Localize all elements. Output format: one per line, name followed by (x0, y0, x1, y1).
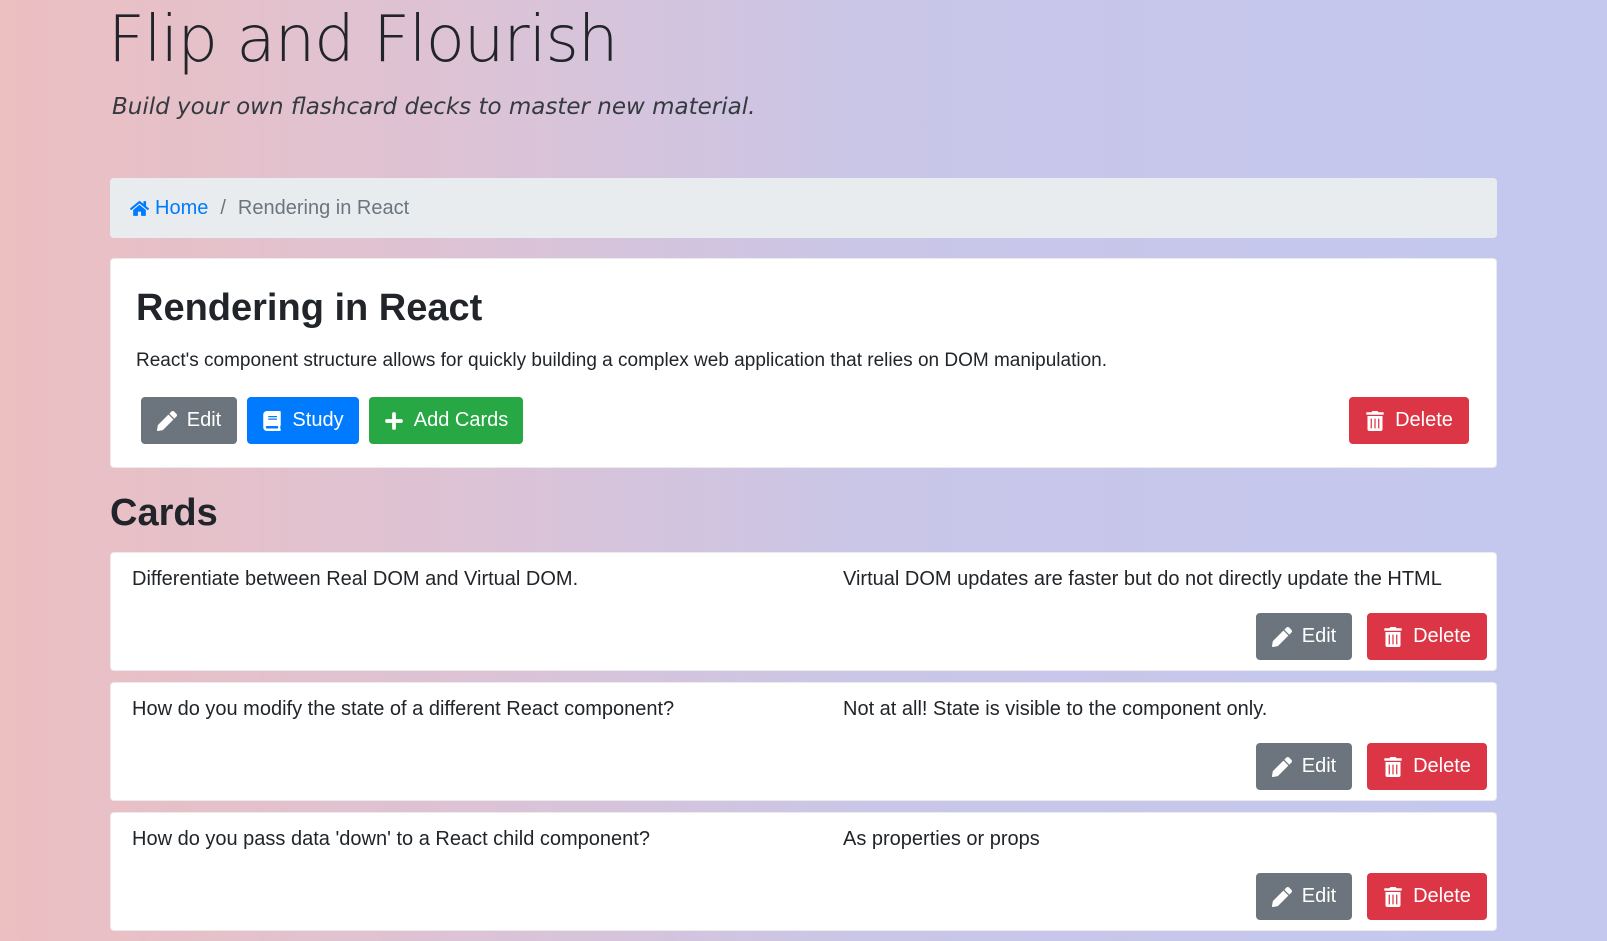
card-edit-label: Edit (1301, 885, 1337, 907)
card-back: Not at all! State is visible to the comp… (843, 698, 1268, 720)
card-back: As properties or props (843, 828, 1040, 850)
flash-card: How do you pass data 'down' to a React c… (110, 812, 1497, 931)
card-edit-label: Edit (1301, 625, 1337, 647)
breadcrumb-current: Rendering in React (237, 196, 410, 219)
add-cards-button[interactable]: Add Cards (369, 397, 523, 444)
card-delete-button[interactable]: Delete (1367, 873, 1487, 920)
card-front: How do you modify the state of a differe… (132, 698, 675, 720)
deck-study-label: Study (292, 409, 344, 431)
deck-delete-button[interactable]: Delete (1349, 397, 1469, 444)
deck-delete-label: Delete (1395, 409, 1453, 431)
trash-icon (1383, 887, 1403, 907)
card-delete-button[interactable]: Delete (1367, 743, 1487, 790)
site-title: Flip and Flourish (108, 3, 618, 77)
deck-study-button[interactable]: Study (247, 397, 359, 444)
deck-edit-label: Edit (186, 409, 222, 431)
site-subtitle: Build your own flashcard decks to master… (112, 94, 756, 120)
pencil-icon (1272, 627, 1292, 647)
deck-description: React's component structure allows for q… (136, 350, 1107, 371)
home-icon (130, 200, 149, 217)
card-delete-label: Delete (1413, 625, 1471, 647)
breadcrumb-separator: / (220, 196, 226, 219)
pencil-icon (157, 411, 177, 431)
deck-edit-button[interactable]: Edit (141, 397, 237, 444)
deck-card: Rendering in React React's component str… (110, 258, 1497, 468)
pencil-icon (1272, 887, 1292, 907)
breadcrumb-home-label: Home (155, 196, 209, 219)
flash-card: How do you modify the state of a differe… (110, 682, 1497, 801)
trash-icon (1383, 757, 1403, 777)
breadcrumb-home-link[interactable]: Home (130, 197, 208, 220)
card-front: Differentiate between Real DOM and Virtu… (132, 568, 579, 590)
card-edit-button[interactable]: Edit (1256, 743, 1352, 790)
card-edit-button[interactable]: Edit (1256, 613, 1352, 660)
pencil-icon (1272, 757, 1292, 777)
card-delete-label: Delete (1413, 755, 1471, 777)
card-front: How do you pass data 'down' to a React c… (132, 828, 650, 850)
trash-icon (1365, 411, 1385, 431)
breadcrumb: Home / Rendering in React (110, 178, 1497, 238)
card-back: Virtual DOM updates are faster but do no… (843, 568, 1442, 590)
deck-title: Rendering in React (136, 287, 483, 329)
book-icon (262, 411, 282, 431)
plus-icon (384, 411, 404, 431)
cards-heading: Cards (110, 492, 218, 534)
card-edit-label: Edit (1301, 755, 1337, 777)
card-edit-button[interactable]: Edit (1256, 873, 1352, 920)
card-delete-label: Delete (1413, 885, 1471, 907)
flash-card: Differentiate between Real DOM and Virtu… (110, 552, 1497, 671)
trash-icon (1383, 627, 1403, 647)
add-cards-label: Add Cards (413, 409, 509, 431)
card-delete-button[interactable]: Delete (1367, 613, 1487, 660)
